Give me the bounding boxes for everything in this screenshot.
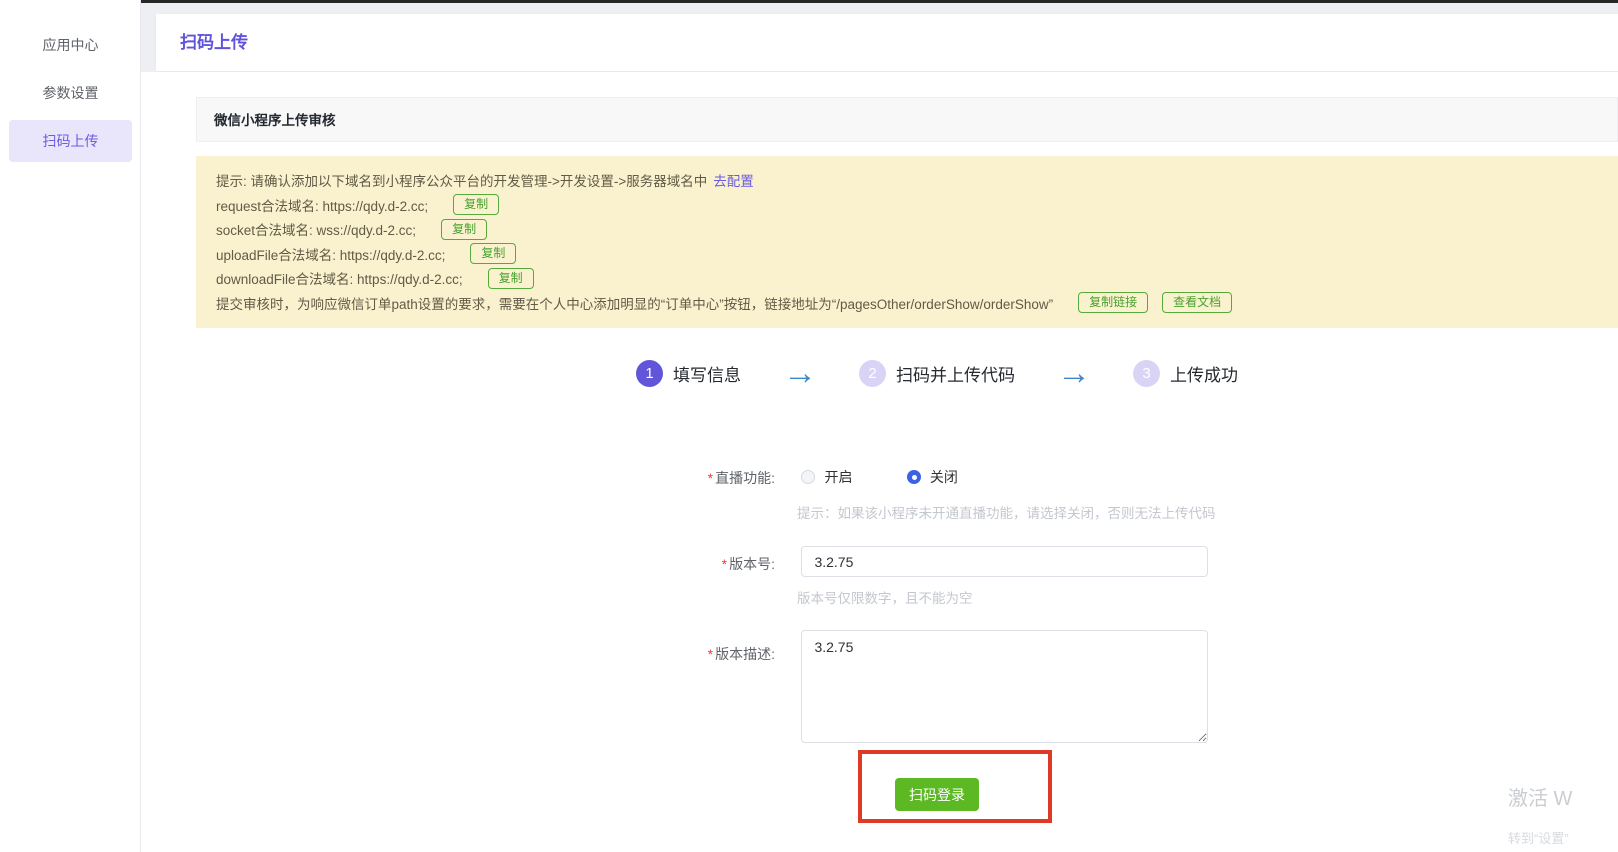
notice-line-downloadfile: downloadFile合法域名: https://qdy.d-2.cc; 复制	[216, 266, 1598, 291]
sidebar-item-scan-upload[interactable]: 扫码上传	[9, 120, 132, 162]
arrow-right-icon: →	[1057, 360, 1091, 387]
notice-line-uploadfile: uploadFile合法域名: https://qdy.d-2.cc; 复制	[216, 242, 1598, 267]
activate-windows-watermark: 激活 W	[1508, 782, 1572, 811]
description-textarea[interactable]: 3.2.75	[801, 630, 1208, 743]
version-label: *版本号:	[156, 546, 775, 574]
downloadfile-domain-text: downloadFile合法域名: https://qdy.d-2.cc;	[216, 268, 463, 288]
uploadfile-domain-text: uploadFile合法域名: https://qdy.d-2.cc;	[216, 244, 445, 264]
step-3-circle: 3	[1133, 360, 1160, 387]
scan-login-button[interactable]: 扫码登录	[895, 778, 979, 811]
radio-live-off-label: 关闭	[930, 467, 958, 487]
top-gray-strip	[141, 3, 1618, 14]
step-3-label: 上传成功	[1170, 361, 1238, 386]
sidebar: 应用中心 参数设置 扫码上传	[0, 0, 141, 852]
live-feature-hint: 提示：如果该小程序未开通直播功能，请选择关闭，否则无法上传代码	[797, 502, 1216, 522]
notice-line-config: 提示: 请确认添加以下域名到小程序公众平台的开发管理->开发设置->服务器域名中…	[216, 168, 1598, 193]
version-hint: 版本号仅限数字，且不能为空	[797, 587, 973, 607]
card-header: 微信小程序上传审核	[196, 97, 1618, 142]
required-asterisk: *	[708, 646, 713, 662]
sidebar-item-app-center[interactable]: 应用中心	[9, 24, 132, 66]
live-feature-row: *直播功能: 开启 关闭	[156, 468, 1618, 489]
sidebar-item-param-settings[interactable]: 参数设置	[9, 72, 132, 114]
radio-unchecked-icon	[801, 470, 815, 484]
step-upload-success: 3 上传成功	[1133, 360, 1238, 387]
radio-checked-icon	[907, 470, 921, 484]
radio-live-off[interactable]: 关闭	[907, 467, 958, 487]
step-1-label: 填写信息	[673, 361, 741, 386]
title-bar: 扫码上传	[156, 14, 1618, 72]
copy-request-domain-button[interactable]: 复制	[453, 194, 499, 215]
notice-line-socket: socket合法域名: wss://qdy.d-2.cc; 复制	[216, 217, 1598, 242]
view-doc-button[interactable]: 查看文档	[1162, 292, 1232, 313]
notice-box: 提示: 请确认添加以下域名到小程序公众平台的开发管理->开发设置->服务器域名中…	[196, 156, 1618, 328]
socket-domain-text: socket合法域名: wss://qdy.d-2.cc;	[216, 219, 416, 239]
copy-socket-domain-button[interactable]: 复制	[441, 219, 487, 240]
required-asterisk: *	[708, 470, 713, 486]
notice-line-request: request合法域名: https://qdy.d-2.cc; 复制	[216, 193, 1598, 218]
description-row: *版本描述: 3.2.75	[156, 630, 1618, 748]
version-row: *版本号:	[156, 546, 1618, 577]
live-feature-label: *直播功能:	[156, 468, 775, 488]
step-scan-upload-code: 2 扫码并上传代码	[859, 360, 1015, 387]
radio-live-on-label: 开启	[824, 467, 852, 487]
copy-downloadfile-domain-button[interactable]: 复制	[488, 268, 534, 289]
step-fill-info: 1 填写信息	[636, 360, 741, 387]
radio-live-on[interactable]: 开启	[801, 467, 852, 487]
description-label: *版本描述:	[156, 630, 775, 664]
sidebar-gutter	[141, 3, 156, 72]
copy-link-button[interactable]: 复制链接	[1078, 292, 1148, 313]
notice-line-order-path: 提交审核时，为响应微信订单path设置的要求，需要在个人中心添加明显的“订单中心…	[216, 291, 1598, 316]
copy-uploadfile-domain-button[interactable]: 复制	[470, 243, 516, 264]
required-asterisk: *	[722, 556, 727, 572]
order-path-text: 提交审核时，为响应微信订单path设置的要求，需要在个人中心添加明显的“订单中心…	[216, 293, 1053, 313]
step-2-circle: 2	[859, 360, 886, 387]
go-configure-link[interactable]: 去配置	[713, 170, 754, 190]
step-1-circle: 1	[636, 360, 663, 387]
arrow-right-icon: →	[783, 360, 817, 387]
notice-text: 提示: 请确认添加以下域名到小程序公众平台的开发管理->开发设置->服务器域名中	[216, 170, 707, 190]
steps-indicator: 1 填写信息 → 2 扫码并上传代码 → 3 上传成功	[636, 360, 1238, 387]
main-content: 微信小程序上传审核 提示: 请确认添加以下域名到小程序公众平台的开发管理->开发…	[156, 72, 1618, 852]
request-domain-text: request合法域名: https://qdy.d-2.cc;	[216, 195, 428, 215]
step-2-label: 扫码并上传代码	[896, 361, 1015, 386]
page-title: 扫码上传	[156, 14, 1618, 72]
activate-windows-watermark-line2: 转到“设置”	[1508, 828, 1569, 847]
version-input[interactable]	[801, 546, 1208, 577]
